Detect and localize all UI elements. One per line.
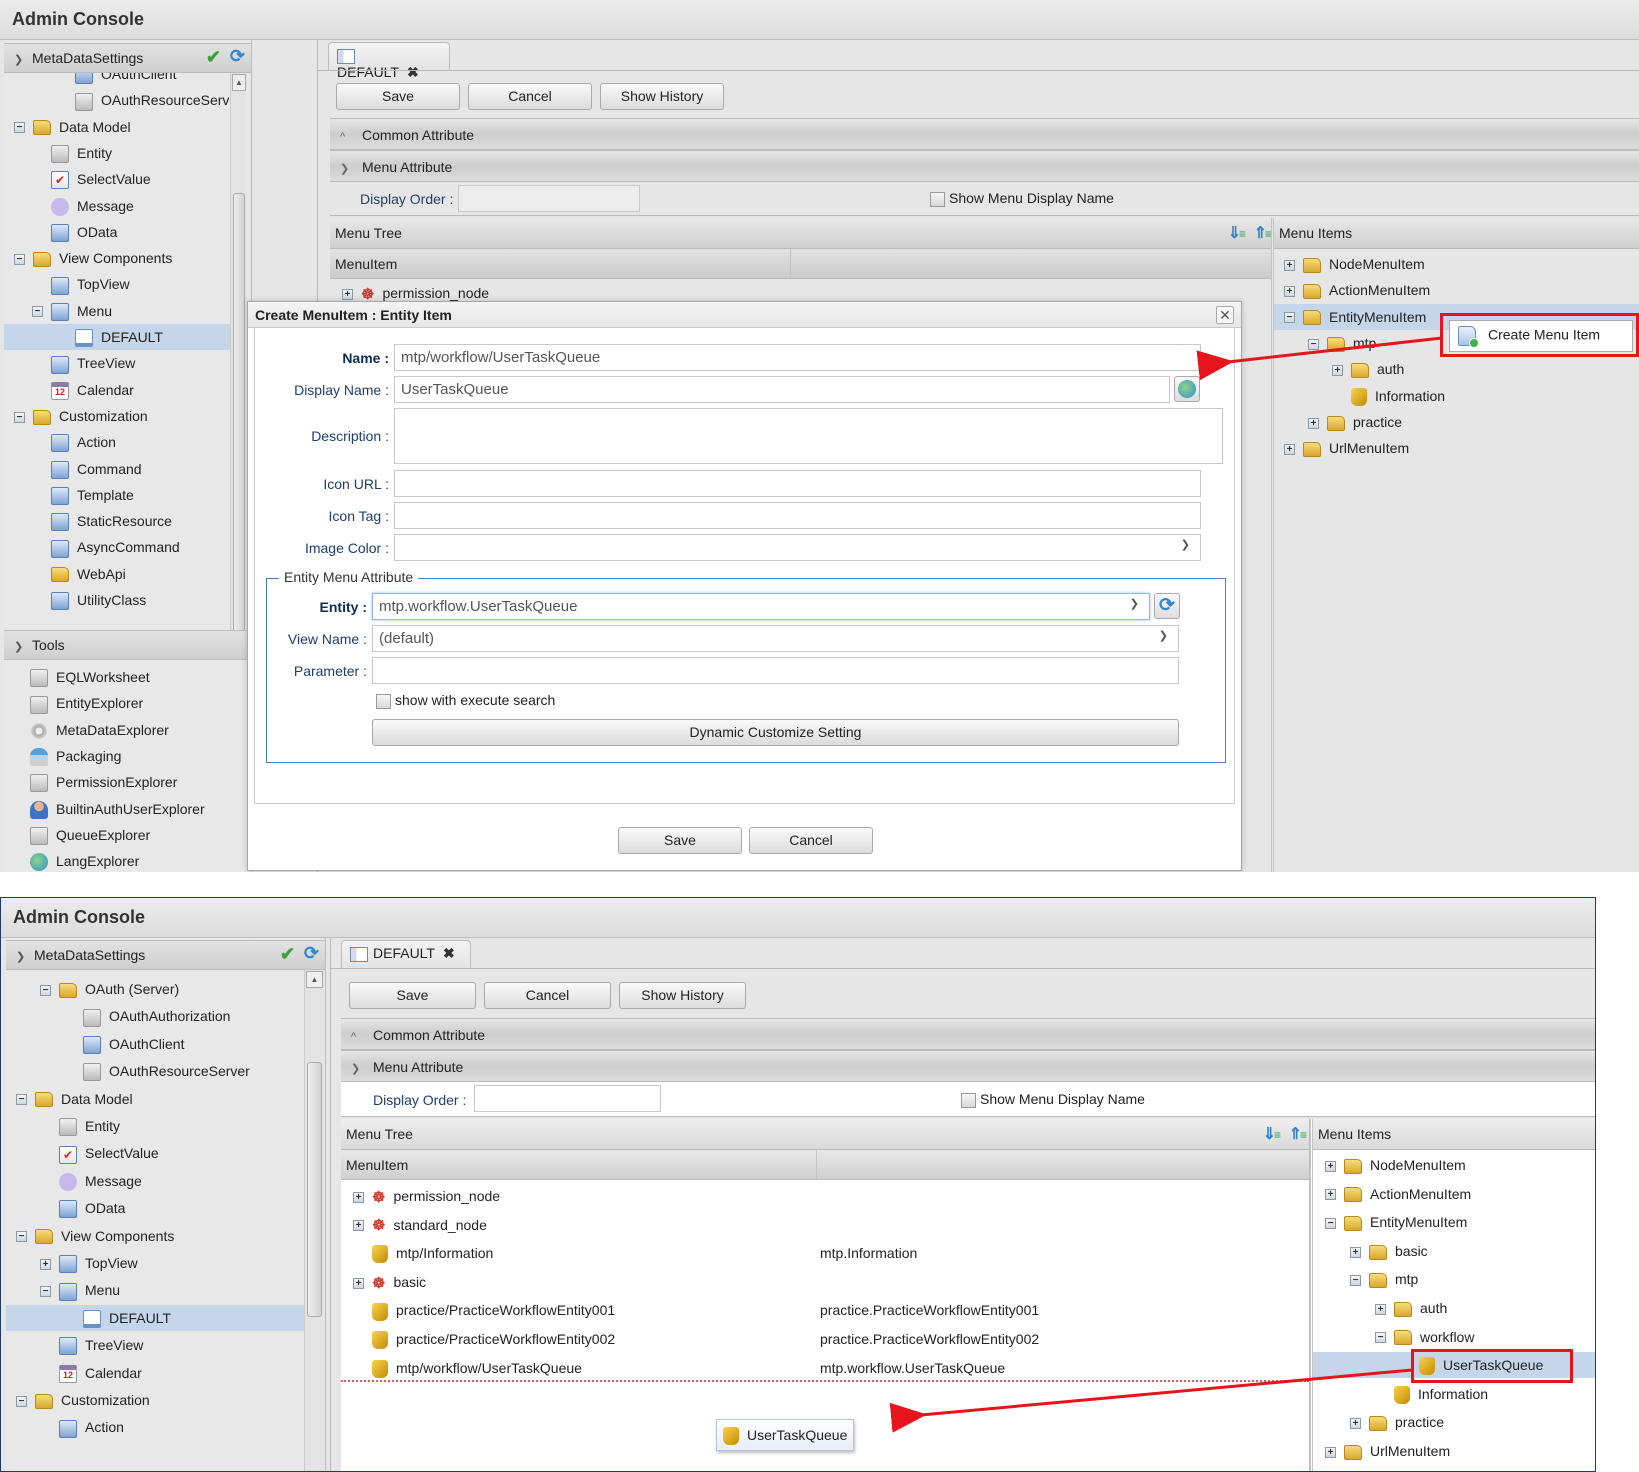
arrow-line [1196, 336, 1443, 381]
annotation-arrow [889, 1368, 1413, 1433]
arrow-line [889, 1368, 1413, 1433]
bottom-screenshot: Admin Console ❯ MetaDataSettings ✔ ⟳ − OAu… [0, 897, 1596, 1472]
top-screenshot: Admin Console ❯ MetaDataSettings ✔ ⟳ OAut… [0, 0, 1639, 872]
annotation-arrow [1196, 336, 1443, 381]
